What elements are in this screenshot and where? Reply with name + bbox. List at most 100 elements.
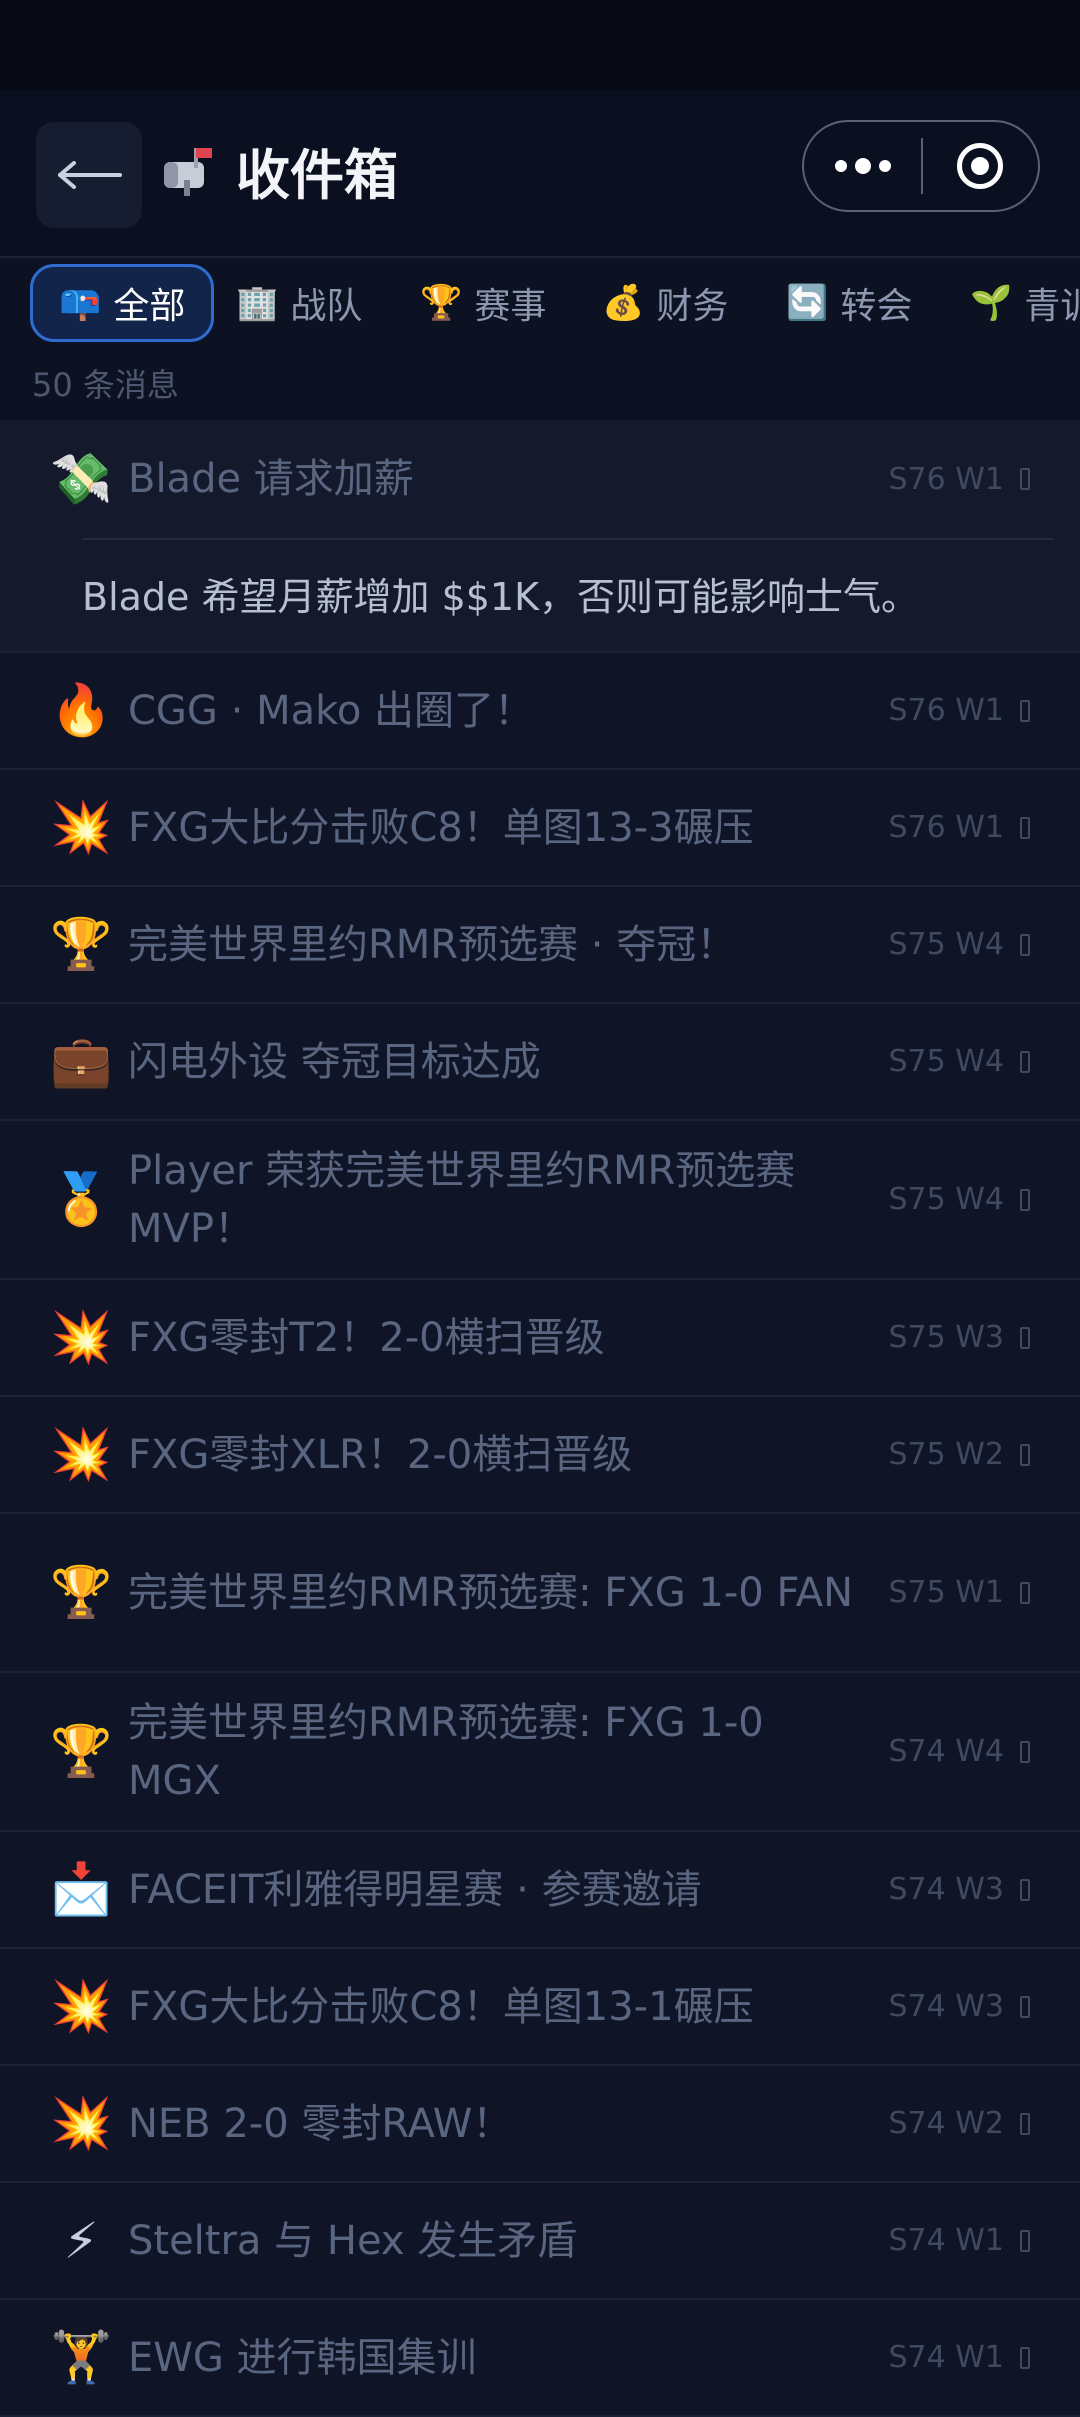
money-wings-icon: 💸 bbox=[50, 449, 113, 508]
tab-finance[interactable]: 💰 财务 bbox=[602, 264, 728, 342]
message-item[interactable]: 💸 Blade 请求加薪 S76 W1 Blade 希望月薪增加 $$1K，否则… bbox=[0, 420, 1080, 653]
message-item[interactable]: 🏆 完美世界里约RMR预选赛 · 夺冠！ S75 W4 bbox=[0, 887, 1080, 1004]
back-button[interactable] bbox=[36, 122, 142, 228]
close-target-icon[interactable] bbox=[923, 143, 1038, 189]
weightlifter-icon: 🏋 bbox=[50, 2328, 113, 2386]
collision-icon: 💥 bbox=[50, 798, 113, 856]
message-title: 完美世界里约RMR预选赛: FXG 1-0 FAN bbox=[128, 1569, 854, 1616]
tab-label: 青训 bbox=[1024, 286, 1080, 327]
message-time-text: S74 W3 bbox=[888, 1872, 1004, 1907]
message-time: S75 W4 bbox=[888, 1182, 1030, 1217]
message-time: S74 W1 bbox=[888, 2340, 1030, 2375]
status-bar bbox=[0, 0, 1080, 90]
tab-all[interactable]: 📪 全部 bbox=[30, 264, 215, 342]
chevron-icon bbox=[1020, 933, 1030, 956]
message-time: S76 W1 bbox=[888, 810, 1030, 845]
message-title: FXG零封XLR！2-0横扫晋级 bbox=[128, 1431, 633, 1478]
message-time-text: S74 W4 bbox=[888, 1734, 1004, 1769]
message-time-text: S75 W4 bbox=[888, 927, 1004, 962]
trophy-icon: 🏆 bbox=[50, 1563, 113, 1621]
message-title: FXG大比分击败C8！单图13-3碾压 bbox=[128, 804, 754, 851]
fire-icon: 🔥 bbox=[50, 681, 113, 739]
message-time: S74 W4 bbox=[888, 1734, 1030, 1769]
message-title: Blade 请求加薪 bbox=[128, 456, 414, 502]
message-time: S74 W3 bbox=[888, 1989, 1030, 2024]
briefcase-icon: 💼 bbox=[50, 1032, 113, 1090]
chevron-icon bbox=[1020, 1740, 1030, 1763]
chevron-icon bbox=[1020, 1581, 1030, 1604]
category-tabs: 📪 全部 🏢 战队 🏆 赛事 💰 财务 🔄 转会 🌱 青训 bbox=[0, 258, 1080, 350]
message-time-text: S74 W1 bbox=[888, 2223, 1004, 2258]
message-title: 完美世界里约RMR预选赛 · 夺冠！ bbox=[128, 921, 737, 968]
chevron-icon bbox=[1020, 1050, 1030, 1073]
tab-label: 转会 bbox=[840, 286, 913, 327]
message-time-text: S75 W2 bbox=[888, 1437, 1004, 1472]
message-time: S75 W4 bbox=[888, 927, 1030, 962]
more-menu-icon[interactable] bbox=[804, 158, 921, 174]
mailbox-icon bbox=[164, 148, 212, 196]
chevron-icon bbox=[1020, 468, 1030, 490]
tab-label: 全部 bbox=[113, 286, 186, 327]
message-time-text: S76 W1 bbox=[888, 693, 1004, 728]
message-title: Steltra 与 Hex 发生矛盾 bbox=[128, 2217, 578, 2264]
tab-transfer[interactable]: 🔄 转会 bbox=[786, 264, 912, 342]
message-item[interactable]: 💥 FXG零封T2！2-0横扫晋级 S75 W3 bbox=[0, 1280, 1080, 1397]
seedling-icon: 🌱 bbox=[970, 283, 1013, 323]
chevron-icon bbox=[1020, 1995, 1030, 2018]
tab-youth[interactable]: 🌱 青训 bbox=[970, 264, 1080, 342]
message-item[interactable]: 📩 FACEIT利雅得明星赛 · 参赛邀请 S74 W3 bbox=[0, 1832, 1080, 1949]
trophy-icon: 🏆 bbox=[420, 283, 463, 323]
collision-icon: 💥 bbox=[50, 1977, 113, 2035]
chevron-icon bbox=[1020, 699, 1030, 722]
message-title: CGG · Mako 出圈了！ bbox=[128, 687, 535, 734]
money-bag-icon: 💰 bbox=[602, 283, 645, 323]
message-item[interactable]: ⚡ Steltra 与 Hex 发生矛盾 S74 W1 bbox=[0, 2183, 1080, 2300]
message-title: FACEIT利雅得明星赛 · 参赛邀请 bbox=[128, 1866, 702, 1913]
message-time-text: S76 W1 bbox=[888, 461, 1004, 497]
refresh-icon: 🔄 bbox=[786, 283, 829, 323]
tab-label: 战队 bbox=[290, 286, 363, 327]
message-time-text: S74 W1 bbox=[888, 2340, 1004, 2375]
message-time: S75 W2 bbox=[888, 1437, 1030, 1472]
medal-icon: 🏅 bbox=[50, 1170, 113, 1228]
chevron-icon bbox=[1020, 1443, 1030, 1466]
message-time: S75 W4 bbox=[888, 1044, 1030, 1079]
message-time: S75 W3 bbox=[888, 1320, 1030, 1355]
message-time: S74 W2 bbox=[888, 2106, 1030, 2141]
tab-label: 赛事 bbox=[474, 286, 547, 327]
message-title: EWG 进行韩国集训 bbox=[128, 2334, 477, 2381]
envelope-arrow-icon: 📩 bbox=[50, 1860, 113, 1918]
message-item[interactable]: 🏋 EWG 进行韩国集训 S74 W1 bbox=[0, 2300, 1080, 2417]
message-item[interactable]: 🏆 完美世界里约RMR预选赛: FXG 1-0 MGX S74 W4 bbox=[0, 1673, 1080, 1832]
mini-program-capsule bbox=[802, 120, 1040, 212]
message-title: Player 荣获完美世界里约RMR预选赛 MVP！ bbox=[128, 1147, 796, 1252]
message-item[interactable]: 💥 NEB 2-0 零封RAW！ S74 W2 bbox=[0, 2066, 1080, 2183]
message-list: 💸 Blade 请求加薪 S76 W1 Blade 希望月薪增加 $$1K，否则… bbox=[0, 420, 1080, 2417]
tab-events[interactable]: 🏆 赛事 bbox=[420, 264, 546, 342]
message-detail: Blade 希望月薪增加 $$1K，否则可能影响士气。 bbox=[82, 538, 1054, 651]
collision-icon: 💥 bbox=[50, 1425, 113, 1483]
message-item[interactable]: 💥 FXG大比分击败C8！单图13-1碾压 S74 W3 bbox=[0, 1949, 1080, 2066]
message-time: S76 W1 bbox=[888, 462, 1030, 497]
message-time-text: S75 W4 bbox=[888, 1044, 1004, 1079]
message-time-text: S74 W3 bbox=[888, 1989, 1004, 2024]
message-item[interactable]: 💥 FXG零封XLR！2-0横扫晋级 S75 W2 bbox=[0, 1397, 1080, 1514]
message-time-text: S75 W3 bbox=[888, 1320, 1004, 1355]
lightning-icon: ⚡ bbox=[63, 2211, 99, 2270]
chevron-icon bbox=[1020, 1878, 1030, 1901]
message-title: 闪电外设 夺冠目标达成 bbox=[128, 1038, 541, 1085]
message-time: S76 W1 bbox=[888, 693, 1030, 728]
message-item[interactable]: 🔥 CGG · Mako 出圈了！ S76 W1 bbox=[0, 653, 1080, 770]
chevron-icon bbox=[1020, 1188, 1030, 1211]
collision-icon: 💥 bbox=[50, 2094, 113, 2152]
message-time: S74 W1 bbox=[888, 2223, 1030, 2258]
trophy-icon: 🏆 bbox=[50, 915, 113, 973]
message-item[interactable]: 💼 闪电外设 夺冠目标达成 S75 W4 bbox=[0, 1004, 1080, 1121]
tab-team[interactable]: 🏢 战队 bbox=[236, 264, 362, 342]
message-item[interactable]: 🏆 完美世界里约RMR预选赛: FXG 1-0 FAN S75 W1 bbox=[0, 1514, 1080, 1673]
message-title: NEB 2-0 零封RAW！ bbox=[128, 2100, 513, 2147]
header-bar: 收件箱 bbox=[0, 90, 1080, 258]
message-item[interactable]: 🏅 Player 荣获完美世界里约RMR预选赛 MVP！ S75 W4 bbox=[0, 1121, 1080, 1280]
message-item[interactable]: 💥 FXG大比分击败C8！单图13-3碾压 S76 W1 bbox=[0, 770, 1080, 887]
message-title: FXG零封T2！2-0横扫晋级 bbox=[128, 1314, 605, 1361]
